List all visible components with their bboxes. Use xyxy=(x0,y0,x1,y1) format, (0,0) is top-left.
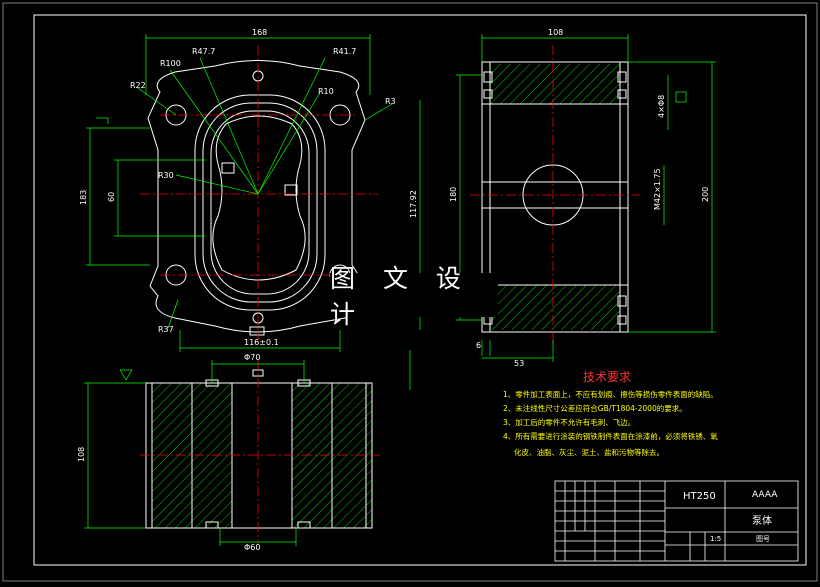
material-label: HT250 xyxy=(683,491,716,502)
dim-r37: R37 xyxy=(158,325,174,334)
scale-value: 1:5 xyxy=(710,535,721,543)
dim-phi70: Φ70 xyxy=(244,353,260,362)
dim-200: 200 xyxy=(701,187,710,202)
dim-168: 168 xyxy=(252,28,267,37)
dim-r41: R41.7 xyxy=(333,47,356,56)
dim-60: 60 xyxy=(107,192,116,202)
tech-req-item: 2、未注线性尺寸公差应符合GB/T1804-2000的要求。 xyxy=(503,403,687,413)
dim-r100: R100 xyxy=(160,59,181,68)
dim-6: 6 xyxy=(476,341,481,350)
drawing-no-label: 图号 xyxy=(756,535,770,543)
dim-4phi8: 4×Φ8 xyxy=(657,95,666,118)
dim-r3: R3 xyxy=(385,97,396,106)
dim-183: 183 xyxy=(79,190,88,205)
dim-r30: R30 xyxy=(158,171,174,180)
dim-180: 180 xyxy=(449,187,458,202)
dim-phi60: Φ60 xyxy=(244,543,260,552)
dim-r47: R47.7 xyxy=(192,47,215,56)
tech-req-item: 1、零件加工表面上，不应有划痕、擦伤等损伤零件表面的缺陷。 xyxy=(503,389,718,399)
tech-req-title: 技术要求 xyxy=(583,370,631,384)
dim-53: 53 xyxy=(514,359,524,368)
tech-req-item: 化皮、油脂、灰尘、泥土、盐和污物等除去。 xyxy=(514,447,664,457)
dim-r22: R22 xyxy=(130,81,146,90)
drawing-code: AAAA xyxy=(752,490,778,500)
dim-r10: R10 xyxy=(318,87,334,96)
bottom-view-hatching xyxy=(152,383,372,528)
dim-m42: M42×1.75 xyxy=(653,168,662,210)
dim-108-side: 108 xyxy=(548,28,563,37)
title-block-text: HT250 AAAA 泵体 1:5 图号 xyxy=(683,490,778,543)
part-name: 泵体 xyxy=(752,515,772,527)
tech-requirements: 技术要求 1、零件加工表面上，不应有划痕、擦伤等损伤零件表面的缺陷。 2、未注线性… xyxy=(503,370,718,457)
dim-108-bottom: 108 xyxy=(77,447,86,462)
watermark-logo: 图 文 设 计 xyxy=(330,264,498,329)
dim-117: 117.92 xyxy=(409,190,418,218)
tech-req-item: 4、所有需要进行涂装的钢铁制件表面在涂漆前，必须将铁锈、氧 xyxy=(503,431,718,441)
tech-req-item: 3、加工后的零件不允许有毛刺、飞边。 xyxy=(503,417,635,427)
dim-116: 116±0.1 xyxy=(244,338,279,347)
